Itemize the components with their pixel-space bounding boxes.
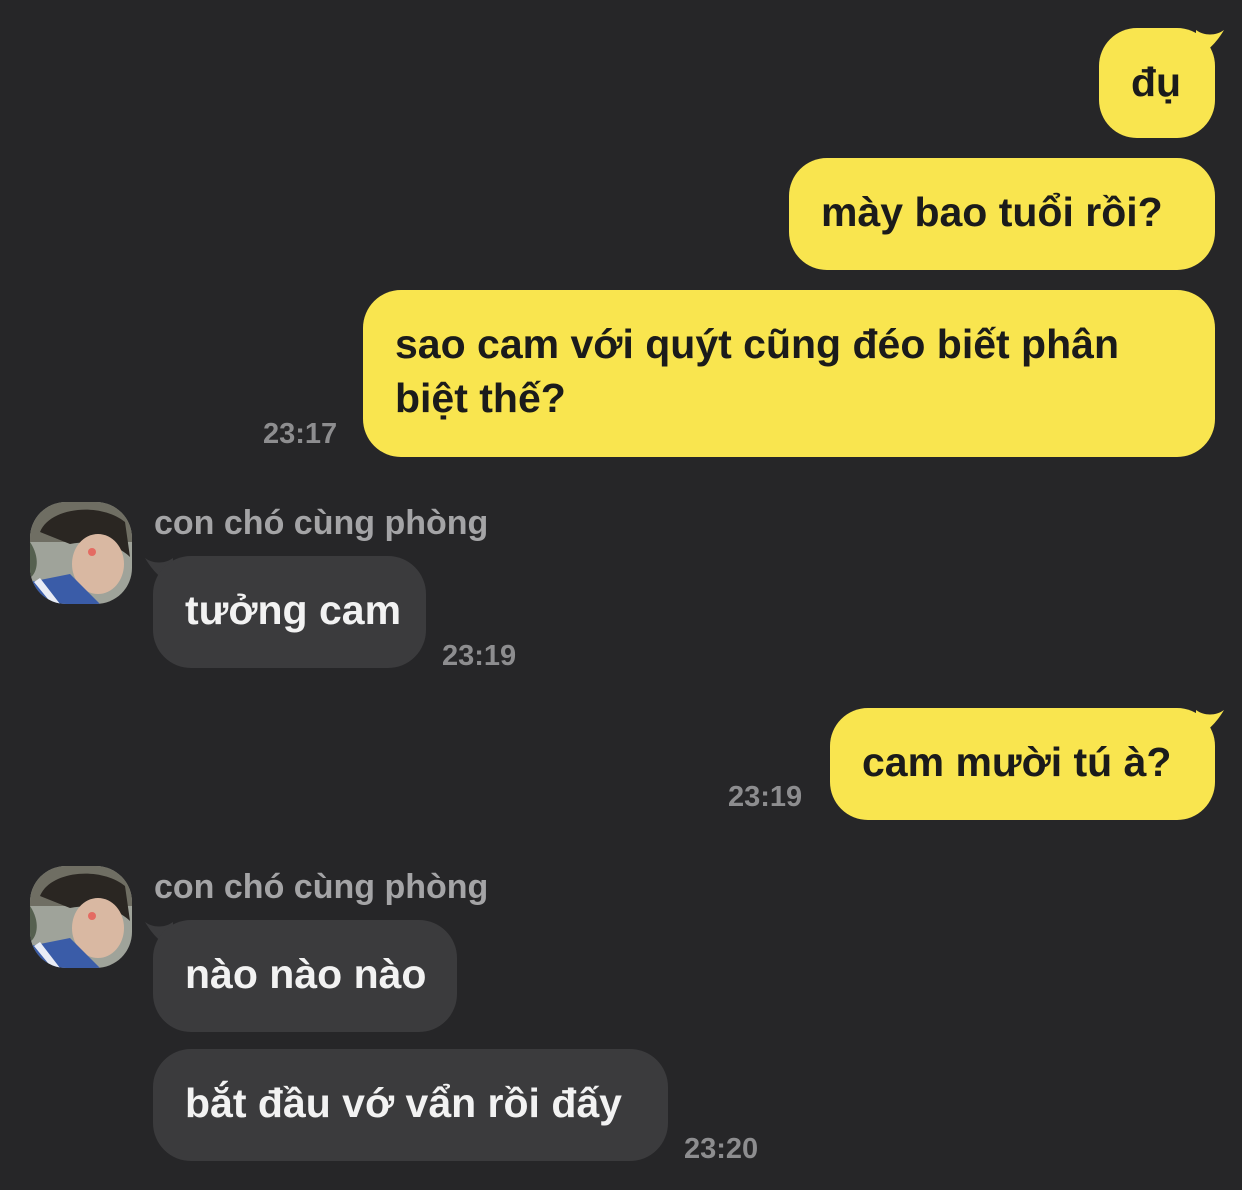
my-message-bubble[interactable]: cam mười tú à?: [830, 708, 1215, 820]
their-message-bubble[interactable]: tưởng cam: [153, 556, 426, 668]
message-text: nào nào nào: [185, 951, 427, 997]
bubble-tail: [1196, 30, 1224, 58]
message-text: mày bao tuổi rồi?: [821, 189, 1163, 235]
sender-name: con chó cùng phòng: [154, 504, 489, 542]
avatar[interactable]: [30, 502, 132, 604]
sender-name: con chó cùng phòng: [154, 868, 489, 906]
message-timestamp: 23:19: [442, 640, 517, 672]
avatar[interactable]: [30, 866, 132, 968]
message-timestamp: 23:17: [263, 418, 338, 450]
message-text: sao cam với quýt cũng đéo biết phân biệt…: [395, 321, 1119, 421]
message-timestamp: 23:20: [684, 1133, 759, 1165]
avatar-photo-icon: [30, 866, 132, 968]
their-message-bubble[interactable]: bắt đầu vớ vẩn rồi đấy: [153, 1049, 668, 1161]
my-message-bubble[interactable]: mày bao tuổi rồi?: [789, 158, 1215, 270]
my-message-bubble[interactable]: sao cam với quýt cũng đéo biết phân biệt…: [363, 290, 1215, 457]
message-timestamp: 23:19: [728, 781, 803, 813]
their-message-bubble[interactable]: nào nào nào: [153, 920, 457, 1032]
message-text: tưởng cam: [185, 587, 402, 633]
message-text: đụ: [1131, 59, 1182, 105]
avatar-photo-icon: [30, 502, 132, 604]
message-text: cam mười tú à?: [862, 739, 1172, 785]
message-text: bắt đầu vớ vẩn rồi đấy: [185, 1080, 622, 1126]
